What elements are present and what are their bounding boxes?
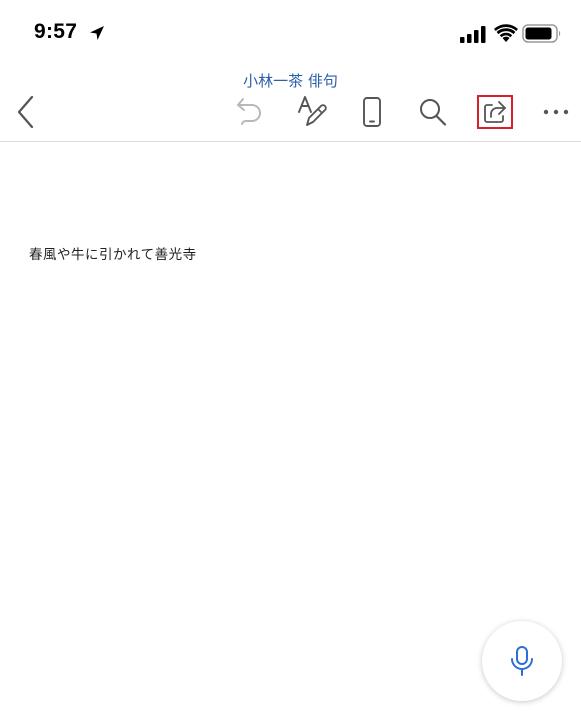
status-bar: 9:57 (0, 0, 581, 66)
search-icon (420, 99, 447, 126)
share-button[interactable] (477, 95, 513, 129)
more-button[interactable] (536, 90, 576, 134)
battery-icon (522, 24, 561, 43)
toolbar-divider (0, 141, 581, 142)
document-body-text[interactable]: 春風や牛に引かれて善光寺 (29, 243, 197, 263)
wifi-icon (494, 24, 518, 42)
microphone-icon (511, 646, 533, 676)
share-icon (484, 101, 506, 123)
undo-icon (237, 98, 261, 125)
undo-button[interactable] (230, 90, 270, 134)
toolbar (0, 90, 581, 140)
document-title: 小林一茶 俳句 (243, 72, 338, 90)
text-format-pen-icon (298, 96, 327, 126)
cellular-signal-icon (460, 26, 486, 43)
back-button[interactable] (6, 90, 46, 134)
status-time: 9:57 (34, 20, 78, 43)
chevron-left-icon (17, 95, 34, 129)
screen: 9:57 小林一茶 俳句 春風や牛に引かれて善光寺 (0, 0, 581, 715)
format-button[interactable] (292, 90, 332, 134)
search-button[interactable] (413, 90, 453, 134)
dictation-mic-button[interactable] (482, 621, 562, 701)
mobile-phone-icon (363, 97, 381, 127)
mobile-view-button[interactable] (352, 90, 392, 134)
location-arrow-icon (90, 26, 104, 40)
more-horizontal-icon (543, 109, 569, 115)
